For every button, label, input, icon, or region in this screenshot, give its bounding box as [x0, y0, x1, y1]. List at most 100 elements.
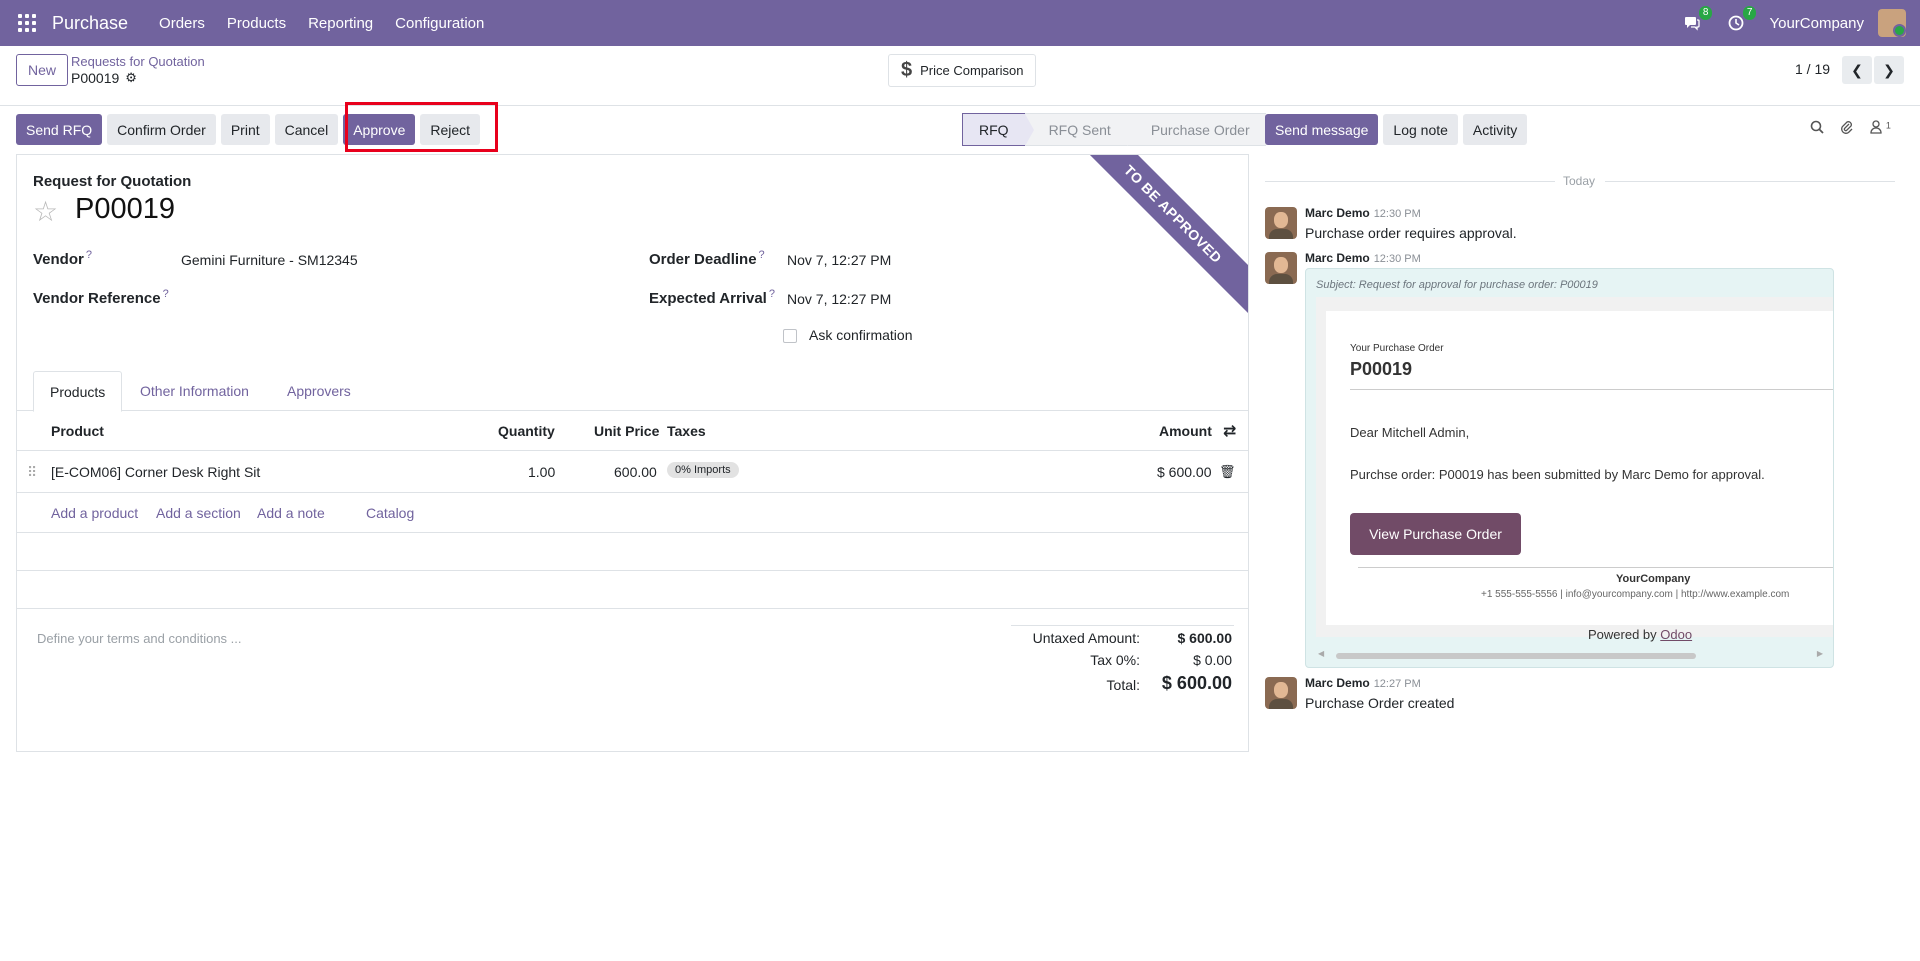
mail-title: P00019 — [1350, 359, 1413, 379]
dollar-icon: $ — [901, 59, 913, 81]
chevron-left-icon[interactable]: ❮ — [1842, 56, 1872, 84]
followers-count: 1 — [1885, 120, 1891, 131]
message-time: 12:30 PM — [1373, 208, 1421, 220]
untaxed-label: Untaxed Amount: — [1032, 630, 1140, 646]
stage-purchase-order[interactable]: Purchase Order — [1126, 113, 1266, 146]
avatar[interactable] — [1265, 252, 1297, 284]
vendor-reference-field[interactable] — [181, 288, 581, 308]
cancel-button[interactable]: Cancel — [274, 114, 339, 145]
price-comparison-button[interactable]: $ Price Comparison — [888, 54, 1037, 87]
log-note-button[interactable]: Log note — [1383, 114, 1458, 145]
message-body: Purchase order requires approval. — [1305, 225, 1517, 241]
tax-tag[interactable]: 0% Imports — [667, 462, 739, 478]
pager-value[interactable]: 1 / 19 — [1795, 61, 1830, 77]
apps-menu-icon[interactable] — [18, 14, 36, 32]
activities-clock-icon[interactable]: 7 — [1725, 6, 1757, 34]
followers-icon[interactable]: 1 — [1870, 120, 1891, 137]
confirm-order-button[interactable]: Confirm Order — [107, 114, 216, 145]
menu-orders[interactable]: Orders — [159, 15, 205, 32]
tab-other-information[interactable]: Other Information — [124, 371, 265, 411]
tab-products[interactable]: Products — [33, 371, 123, 412]
empty-row — [17, 533, 1248, 571]
vendor-field[interactable]: Gemini Furniture - SM12345 — [181, 252, 358, 268]
mail-subject: Subject: Request for approval for purcha… — [1316, 279, 1598, 291]
mail-text: Purchse order: P00019 has been submitted… — [1350, 467, 1765, 482]
company-switcher[interactable]: YourCompany — [1769, 15, 1864, 32]
menu-reporting[interactable]: Reporting — [308, 15, 373, 32]
col-taxes[interactable]: Taxes — [667, 423, 706, 439]
line-quantity[interactable]: 1.00 — [528, 464, 555, 480]
control-panel: New Requests for Quotation P00019 ⚙ $ Pr… — [0, 46, 1920, 106]
line-product[interactable]: [E-COM06] Corner Desk Right Sit — [51, 464, 260, 480]
message-author[interactable]: Marc Demo 12:30 PM — [1305, 206, 1421, 220]
new-button[interactable]: New — [16, 54, 69, 86]
scroll-right-icon[interactable]: ▶ — [1817, 649, 1823, 658]
drag-handle-icon[interactable]: ⠿ — [27, 464, 37, 481]
send-rfq-button[interactable]: Send RFQ — [16, 114, 103, 145]
scroll-left-icon[interactable]: ◀ — [1318, 649, 1324, 658]
col-product[interactable]: Product — [51, 423, 104, 439]
vendor-label: Vendor? — [33, 249, 92, 268]
totals-divider — [1011, 625, 1234, 626]
horizontal-scrollbar[interactable]: ◀ ▶ — [1316, 649, 1825, 661]
avatar[interactable] — [1265, 207, 1297, 239]
tax-value: $ 0.00 — [1193, 652, 1232, 668]
highlight-box — [345, 102, 498, 152]
stage-rfq-sent[interactable]: RFQ Sent — [1024, 113, 1137, 146]
mail-company: YourCompany — [1616, 573, 1691, 585]
menu-products[interactable]: Products — [227, 15, 286, 32]
activity-button[interactable]: Activity — [1462, 114, 1528, 145]
add-note-link[interactable]: Add a note — [257, 505, 325, 521]
col-unit-price[interactable]: Unit Price — [594, 423, 659, 439]
record-name: P00019 — [71, 70, 120, 86]
status-ribbon: TO BE APPROVED — [1069, 155, 1248, 318]
date-separator: Today — [1265, 174, 1895, 188]
search-icon[interactable] — [1810, 120, 1824, 137]
table-row[interactable]: ⠿ [E-COM06] Corner Desk Right Sit 1.00 6… — [17, 451, 1248, 493]
user-avatar[interactable] — [1878, 9, 1906, 37]
menu-configuration[interactable]: Configuration — [395, 15, 484, 32]
send-message-button[interactable]: Send message — [1265, 114, 1379, 145]
message-time: 12:30 PM — [1373, 253, 1421, 265]
view-purchase-order-button[interactable]: View Purchase Order — [1350, 513, 1521, 555]
messages-icon[interactable]: 8 — [1681, 6, 1713, 34]
breadcrumb-link[interactable]: Requests for Quotation — [71, 54, 205, 69]
today-label: Today — [1563, 174, 1596, 188]
expected-arrival-field[interactable]: Nov 7, 12:27 PM — [787, 291, 891, 307]
line-unit-price[interactable]: 600.00 — [614, 464, 657, 480]
total-label: Total: — [1106, 677, 1140, 693]
scrollbar-thumb[interactable] — [1336, 653, 1696, 659]
gear-icon[interactable]: ⚙ — [125, 70, 137, 86]
mail-contact: +1 555-555-5556 | info@yourcompany.com |… — [1481, 589, 1790, 600]
app-brand[interactable]: Purchase — [52, 13, 128, 34]
print-button[interactable]: Print — [220, 114, 270, 145]
record-breadcrumb: P00019 ⚙ — [71, 70, 137, 86]
stage-rfq[interactable]: RFQ — [962, 113, 1034, 146]
odoo-link[interactable]: Odoo — [1660, 627, 1692, 642]
avatar[interactable] — [1265, 677, 1297, 709]
chevron-right-icon[interactable]: ❯ — [1874, 56, 1904, 84]
order-deadline-field[interactable]: Nov 7, 12:27 PM — [787, 252, 891, 268]
page-title: P00019 — [75, 193, 175, 225]
col-quantity[interactable]: Quantity — [498, 423, 555, 439]
terms-conditions-field[interactable]: Define your terms and conditions ... — [37, 631, 242, 646]
total-value: $ 600.00 — [1161, 673, 1232, 693]
catalog-link[interactable]: Catalog — [366, 505, 414, 521]
chatter-tools: 1 — [1810, 120, 1891, 137]
add-product-link[interactable]: Add a product — [51, 505, 138, 521]
message-author[interactable]: Marc Demo 12:27 PM — [1305, 676, 1421, 690]
status-bar: RFQ RFQ Sent Purchase Order — [962, 113, 1266, 146]
order-lines-header: Product Quantity Unit Price Taxes Amount… — [17, 411, 1248, 451]
star-icon[interactable]: ☆ — [33, 195, 58, 228]
trash-icon[interactable]: 🗑 — [1219, 464, 1236, 480]
add-section-link[interactable]: Add a section — [156, 505, 241, 521]
message-author[interactable]: Marc Demo 12:30 PM — [1305, 251, 1421, 265]
tab-approvers[interactable]: Approvers — [271, 371, 367, 411]
messages-badge: 8 — [1698, 6, 1713, 20]
ask-confirmation-checkbox[interactable] — [783, 329, 797, 343]
paperclip-icon[interactable] — [1840, 120, 1854, 137]
expected-arrival-label: Expected Arrival? — [649, 288, 775, 307]
column-settings-icon[interactable]: ⇄ — [1223, 421, 1236, 441]
mail-greeting: Dear Mitchell Admin, — [1350, 425, 1470, 440]
col-amount[interactable]: Amount — [1159, 423, 1212, 439]
